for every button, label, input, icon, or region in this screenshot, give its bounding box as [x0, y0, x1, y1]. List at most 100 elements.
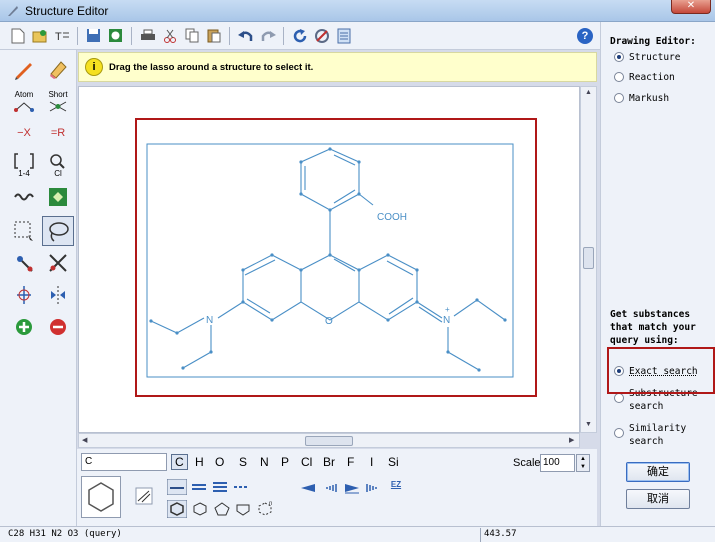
clear-icon[interactable]	[312, 26, 331, 45]
svg-text:T: T	[55, 31, 62, 43]
atom-tool[interactable]: Atom	[8, 86, 40, 116]
scroll-down-icon[interactable]: ▼	[585, 421, 592, 428]
cyclohexane-ring-icon[interactable]	[167, 500, 187, 518]
delete-bond-icon[interactable]	[42, 248, 74, 278]
bracket-icon	[14, 152, 34, 169]
wavy-bond-icon[interactable]	[8, 182, 40, 212]
scale-input[interactable]: 100	[540, 454, 575, 472]
close-button[interactable]: ✕	[671, 0, 711, 14]
refresh-icon[interactable]	[290, 26, 309, 45]
radio-button[interactable]	[614, 93, 624, 103]
redo-icon[interactable]	[258, 26, 277, 45]
tool-palette: Atom Short −X =R 1-4 Cl	[0, 50, 77, 526]
pentagon-ring-icon[interactable]	[213, 502, 231, 516]
help-icon[interactable]: ?	[577, 28, 593, 44]
rotate-icon[interactable]	[8, 280, 40, 310]
template-icon[interactable]	[42, 182, 74, 212]
status-divider	[480, 528, 481, 542]
wedge-bond-icon[interactable]	[299, 481, 317, 495]
radio-button[interactable]	[614, 393, 624, 403]
scroll-right-icon[interactable]: ▶	[569, 436, 574, 444]
hash-bond-icon[interactable]	[321, 481, 339, 495]
move-atom-icon[interactable]	[8, 248, 40, 278]
shortcut-tool[interactable]: Short	[42, 86, 74, 116]
new-icon[interactable]	[8, 26, 27, 45]
radio-reaction[interactable]: Reaction	[614, 71, 709, 84]
remove-group-tool[interactable]: −X	[8, 118, 40, 148]
cancel-button[interactable]: 取消	[626, 489, 690, 509]
bond-edit-icon[interactable]	[135, 487, 153, 505]
zoom-in-icon[interactable]	[8, 312, 40, 342]
lasso-icon[interactable]	[42, 216, 74, 246]
any-bond-icon[interactable]	[232, 480, 250, 494]
scale-label: Scale	[513, 457, 541, 469]
bracket-tool[interactable]: 1-4	[8, 150, 40, 180]
rectangle-select-icon[interactable]	[8, 216, 40, 246]
scroll-up-icon[interactable]: ▲	[585, 89, 592, 96]
text-icon[interactable]: T	[52, 26, 71, 45]
radio-button[interactable]	[614, 428, 624, 438]
molecule-bonds	[150, 148, 506, 371]
hexagon-ring-icon[interactable]	[191, 502, 209, 516]
ok-button[interactable]: 确定	[626, 462, 690, 482]
print-icon[interactable]	[138, 26, 157, 45]
scale-spinner[interactable]: ▲ ▼	[576, 454, 590, 472]
radio-structure[interactable]: Structure	[614, 51, 709, 64]
single-bond-icon[interactable]	[167, 479, 187, 495]
wedge-left-icon[interactable]	[343, 481, 361, 495]
element-input[interactable]: C	[81, 453, 167, 471]
element-s[interactable]: S	[239, 455, 247, 469]
molecule-drawing[interactable]: COOH N O N +	[79, 87, 579, 432]
radio-similarity-search[interactable]: Similarity search	[614, 422, 709, 448]
toolbar-separator	[131, 26, 132, 45]
magnifier-icon	[50, 153, 65, 169]
toolbar-separator	[283, 26, 284, 45]
element-br[interactable]: Br	[323, 455, 335, 469]
save-icon[interactable]	[84, 26, 103, 45]
pencil-icon[interactable]	[8, 54, 40, 84]
copy-icon[interactable]	[182, 26, 201, 45]
drawing-canvas[interactable]: COOH N O N +	[78, 86, 580, 433]
element-si[interactable]: Si	[388, 455, 399, 469]
scroll-left-icon[interactable]: ◀	[82, 436, 87, 444]
eraser-icon[interactable]	[42, 54, 74, 84]
element-p[interactable]: P	[281, 455, 289, 469]
atom-dots	[149, 147, 507, 372]
undo-icon[interactable]	[236, 26, 255, 45]
radio-button[interactable]	[614, 52, 624, 62]
element-n[interactable]: N	[260, 455, 269, 469]
open-icon[interactable]	[30, 26, 49, 45]
nitrogen-right-label: N	[443, 315, 450, 326]
paste-icon[interactable]	[204, 26, 223, 45]
cut-icon[interactable]	[160, 26, 179, 45]
ez-bond-button[interactable]: EZ	[387, 478, 405, 494]
flip-icon[interactable]	[42, 280, 74, 310]
document-icon[interactable]	[334, 26, 353, 45]
radio-markush[interactable]: Markush	[614, 92, 709, 105]
charge-tool[interactable]: Cl	[42, 150, 74, 180]
element-f[interactable]: F	[347, 455, 354, 469]
benzene-ring-button[interactable]	[81, 476, 121, 518]
ez-label: EZ	[390, 480, 402, 489]
element-i[interactable]: I	[370, 455, 373, 469]
element-c[interactable]: C	[171, 454, 188, 470]
save-image-icon[interactable]	[106, 26, 125, 45]
triple-bond-icon[interactable]	[211, 480, 229, 494]
mass-readout: 443.57	[484, 529, 517, 539]
element-cl[interactable]: Cl	[301, 455, 312, 469]
hash-left-icon[interactable]	[364, 481, 382, 495]
vertical-scrollbar[interactable]: ▲ ▼	[580, 86, 597, 433]
double-bond-icon[interactable]	[190, 480, 208, 494]
radio-button[interactable]	[614, 72, 624, 82]
variable-ring-icon[interactable]: n	[255, 499, 275, 517]
window-title: Structure Editor	[25, 4, 109, 18]
element-o[interactable]: O	[215, 455, 224, 469]
drawing-editor-heading: Drawing Editor:	[610, 36, 696, 47]
vertical-scroll-thumb[interactable]	[583, 247, 594, 269]
zoom-out-icon[interactable]	[42, 312, 74, 342]
cyclobutane-ring-icon[interactable]	[234, 502, 252, 516]
element-h[interactable]: H	[195, 455, 204, 469]
horizontal-scrollbar[interactable]: ◀ ▶	[78, 433, 580, 448]
horizontal-scroll-thumb[interactable]	[305, 436, 353, 446]
replace-group-tool[interactable]: =R	[42, 118, 74, 148]
